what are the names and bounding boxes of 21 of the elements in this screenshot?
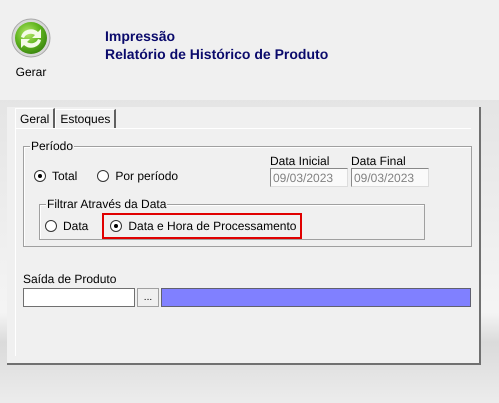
radio-label[interactable]: Por período (115, 169, 178, 183)
header-title: Impressão (105, 27, 176, 45)
tab[interactable]: Geral (15, 108, 56, 128)
radio-button[interactable] (45, 220, 57, 232)
field-label: Saída de Produto (23, 272, 118, 286)
radio-button[interactable] (34, 170, 46, 182)
tab[interactable]: Estoques (55, 109, 116, 128)
button-label[interactable]: Gerar (16, 65, 46, 79)
input-field[interactable] (23, 288, 135, 307)
field-label: Data Final (351, 154, 407, 168)
radio-label[interactable]: Data e Hora de Processamento (128, 219, 296, 233)
group-title: Período (30, 139, 74, 153)
field-label: Data Inicial (270, 154, 330, 168)
refresh-icon[interactable] (11, 18, 51, 58)
radio-label[interactable]: Data (63, 219, 88, 233)
header-title: Relatório de Histórico de Produto (105, 45, 328, 63)
radio-button[interactable] (110, 220, 122, 232)
browse-button[interactable]: ... (137, 288, 159, 307)
radio-button[interactable] (97, 170, 110, 182)
radio-label[interactable]: Total (52, 169, 78, 183)
group-title: Filtrar Através da Data (46, 197, 168, 211)
